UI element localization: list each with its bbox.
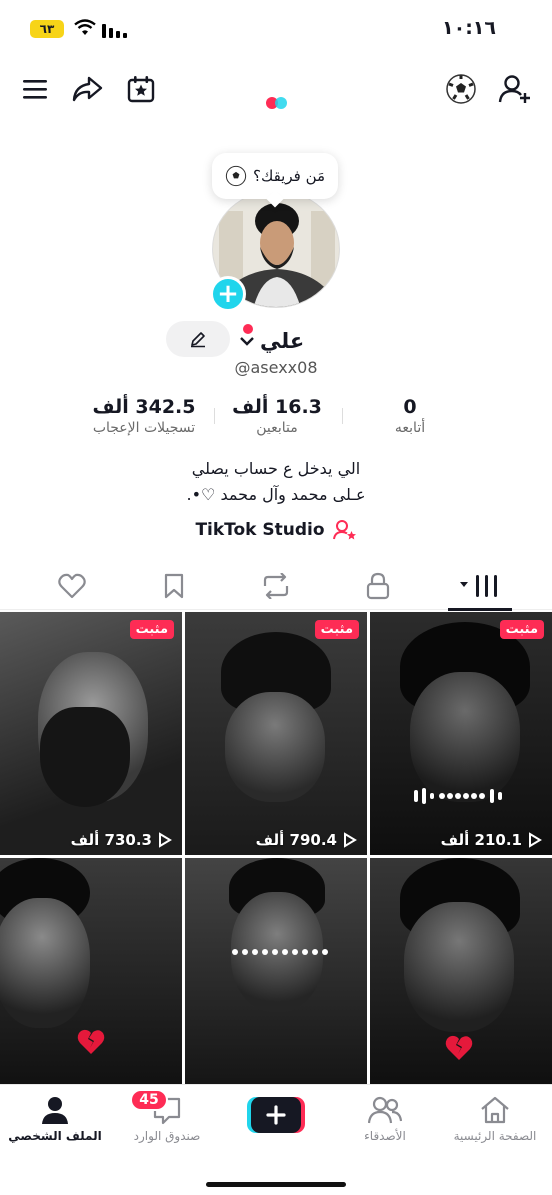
inbox-badge: 45	[130, 1089, 168, 1111]
bio-line-2: ﻋـلى محمد وآل محمد ♡•.	[186, 485, 366, 504]
liked-tab[interactable]	[52, 570, 92, 602]
following-count: 0	[403, 396, 417, 418]
thumbnail-figure	[404, 902, 514, 1032]
thumbnail-figure	[410, 672, 520, 802]
team-bubble[interactable]: مَن فريقك؟	[212, 153, 338, 208]
view-count: 790.4 ألف	[256, 831, 357, 849]
display-name: علي	[260, 329, 305, 353]
view-count: 210.1 ألف	[441, 831, 542, 849]
reposts-tab[interactable]	[256, 570, 296, 602]
videos-tab[interactable]	[458, 570, 502, 602]
video-thumbnail[interactable]	[370, 858, 552, 1086]
following-label: أتابعه	[394, 420, 426, 436]
home-icon	[481, 1096, 509, 1124]
nav-inbox-label: صندوق الوارد	[133, 1129, 201, 1143]
view-count-text: 210.1 ألف	[440, 831, 522, 849]
chevron-down-icon	[240, 337, 254, 346]
profile-tabs	[0, 562, 552, 610]
view-count: 730.3 ألف	[71, 831, 172, 849]
view-count-text: 730.3 ألف	[70, 831, 152, 849]
video-thumbnail[interactable]: مثبت 730.3 ألف	[0, 612, 182, 855]
menu-icon[interactable]	[18, 72, 52, 106]
pinned-badge: مثبت	[314, 620, 359, 639]
share-icon[interactable]	[70, 72, 104, 106]
nav-home-label: الصفحة الرئيسية	[453, 1129, 537, 1143]
team-bubble-text: مَن فريقك؟	[252, 167, 326, 185]
followers-stat[interactable]: 16.3 ألف متابعين	[222, 396, 332, 436]
thumbnail-figure	[0, 898, 90, 1028]
bottom-nav: الصفحة الرئيسية الأصدقاء صندوق الوارد 45…	[0, 1084, 552, 1195]
loading-indicator	[266, 97, 287, 109]
play-icon	[159, 832, 172, 848]
lock-icon	[366, 572, 390, 600]
nav-friends[interactable]: الأصدقاء	[330, 1091, 440, 1143]
edit-profile-button[interactable]	[166, 321, 230, 357]
video-thumbnail[interactable]	[0, 858, 182, 1086]
followers-count: 16.3 ألف	[232, 396, 322, 418]
bookmark-icon	[164, 573, 184, 599]
grid-icon	[460, 575, 497, 597]
profile-icon	[42, 1097, 68, 1124]
stats: 0 أتابعه 16.3 ألف متابعين 342.5 ألف تسجي…	[0, 396, 552, 446]
tiktok-studio-link[interactable]: TikTok Studio	[0, 519, 552, 541]
calendar-star-icon[interactable]	[124, 72, 158, 106]
likes-count: 342.5 ألف	[92, 396, 196, 418]
battery-icon: ٦٣	[30, 20, 64, 38]
nav-profile-label: الملف الشخصي	[8, 1129, 102, 1143]
favorites-tab[interactable]	[154, 570, 194, 602]
private-tab[interactable]	[358, 570, 398, 602]
status-bar: ٦٣ ١٠:١٦	[0, 0, 552, 58]
video-thumbnail[interactable]: مثبت 210.1 ألف	[370, 612, 552, 855]
studio-label: TikTok Studio	[195, 520, 325, 540]
broken-heart-icon	[445, 1035, 473, 1060]
repost-icon	[263, 573, 289, 599]
clock: ١٠:١٦	[442, 17, 496, 39]
bio: الي يدخل ع حساب يصلي ﻋـلى محمد وآل محمد …	[0, 456, 552, 508]
likes-stat[interactable]: 342.5 ألف تسجيلات الإعجاب	[68, 396, 220, 436]
add-friend-icon[interactable]	[498, 72, 532, 106]
play-icon	[344, 832, 357, 848]
nav-profile[interactable]: الملف الشخصي	[0, 1091, 110, 1143]
creator-icon	[332, 520, 356, 540]
username-text: @asexx08	[234, 358, 318, 377]
bio-line-1: الي يدخل ع حساب يصلي	[191, 459, 361, 478]
nav-friends-label: الأصدقاء	[364, 1129, 406, 1143]
thumbnail-beard	[40, 707, 130, 807]
home-indicator	[206, 1182, 346, 1187]
play-icon	[529, 832, 542, 848]
video-thumbnail[interactable]: مثبت 790.4 ألف	[185, 612, 367, 855]
following-stat[interactable]: 0 أتابعه	[370, 396, 450, 436]
pinned-badge: مثبت	[129, 620, 174, 639]
soccer-ball-icon	[225, 165, 247, 187]
divider	[342, 408, 343, 424]
nav-home[interactable]: الصفحة الرئيسية	[440, 1091, 550, 1143]
video-thumbnail[interactable]	[185, 858, 367, 1086]
video-grid: مثبت 730.3 ألف مثبت 790.4 ألف مثبت 210.1…	[0, 612, 552, 1086]
signal-icon	[102, 24, 127, 38]
pinned-badge: مثبت	[499, 620, 544, 639]
view-count-text: 790.4 ألف	[255, 831, 337, 849]
tab-underline	[448, 608, 512, 611]
username: @asexx08	[0, 358, 552, 377]
likes-label: تسجيلات الإعجاب	[92, 420, 196, 436]
friends-icon	[368, 1096, 402, 1124]
audio-waveform-icon	[414, 788, 502, 804]
broken-heart-icon	[77, 1029, 105, 1054]
thumbnail-figure	[225, 692, 325, 802]
heart-icon	[58, 573, 86, 599]
add-story-button[interactable]: +	[210, 276, 246, 312]
audio-waveform-icon	[232, 949, 328, 955]
wifi-icon	[74, 19, 96, 35]
pencil-icon	[191, 332, 205, 348]
followers-label: متابعين	[256, 420, 298, 436]
soccer-ball-icon[interactable]	[444, 72, 478, 106]
create-button[interactable]	[247, 1097, 305, 1133]
notification-dot	[243, 324, 253, 334]
